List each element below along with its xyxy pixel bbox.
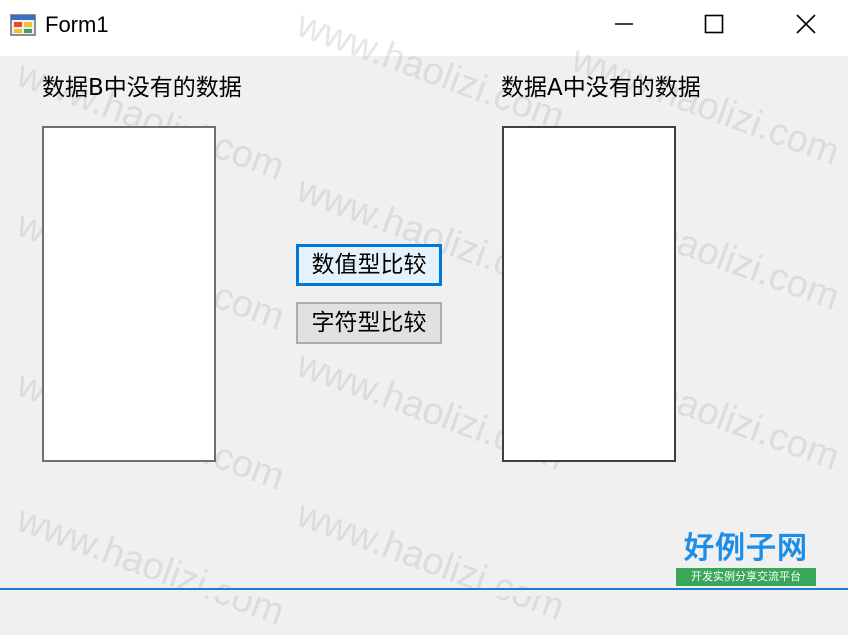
listbox-missing-in-a[interactable] [502,126,676,462]
maximize-button[interactable] [668,0,760,48]
numeric-compare-button[interactable]: 数值型比较 [296,244,442,286]
logo-main-text: 好例子网 [684,531,808,566]
title-bar: Form1 [0,0,848,56]
site-logo: 好例子网 开发实例分享交流平台 [676,532,816,588]
minimize-icon [615,23,633,25]
maximize-icon [704,14,724,34]
string-compare-button[interactable]: 字符型比较 [296,302,442,344]
listbox-missing-in-b[interactable] [42,126,216,462]
window-title: Form1 [45,12,109,37]
label-missing-in-b: 数据B中没有的数据 [42,75,242,101]
logo-sub-text: 开发实例分享交流平台 [676,568,816,586]
window-bottom-border [0,588,848,596]
minimize-button[interactable] [578,0,670,48]
label-missing-in-a: 数据A中没有的数据 [501,75,701,101]
close-icon [796,14,816,34]
close-button[interactable] [760,0,848,48]
app-icon [10,14,36,36]
